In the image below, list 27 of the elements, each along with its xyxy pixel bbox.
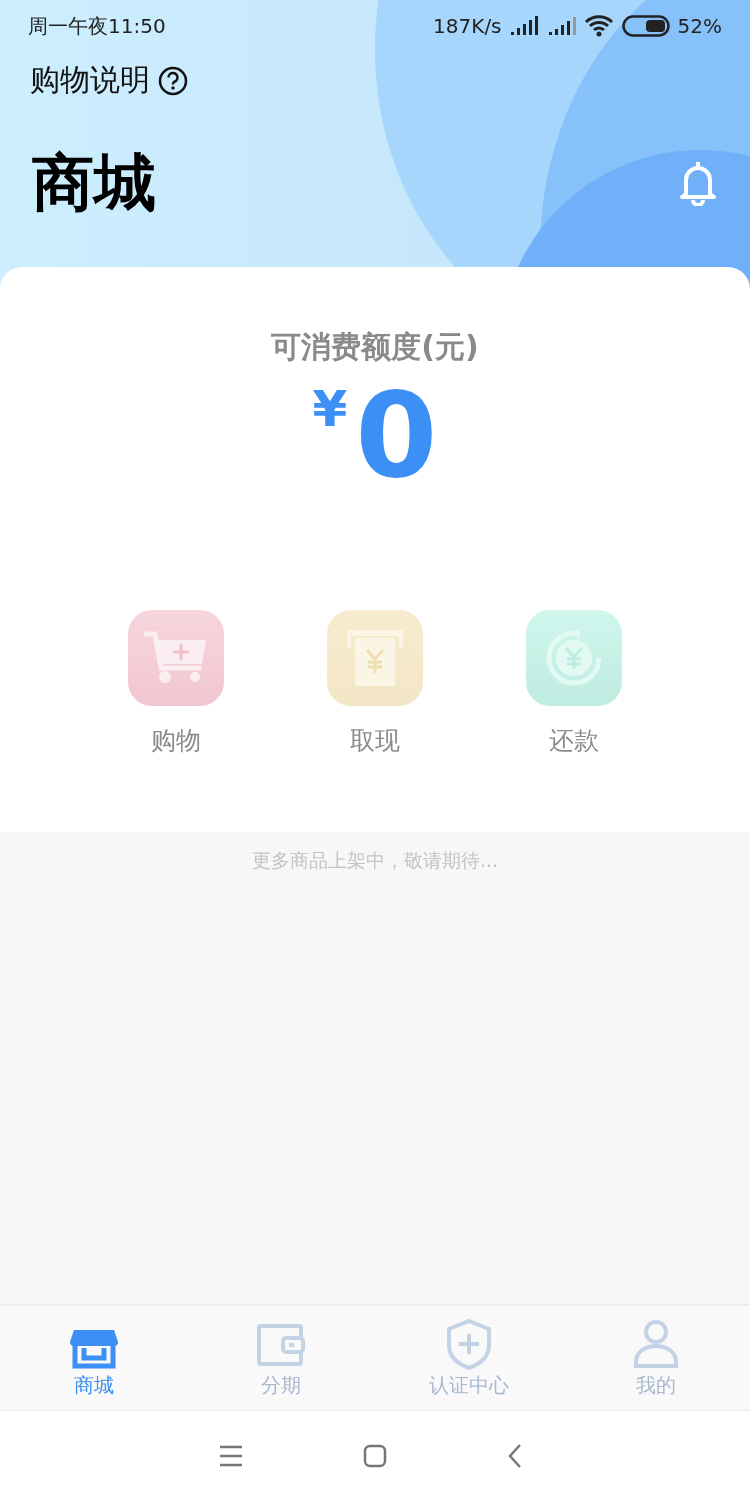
clock: 周一午夜11:50 (28, 12, 166, 40)
battery-icon (621, 15, 670, 37)
wifi-icon (583, 14, 614, 38)
nav-tab[interactable]: 认证中心 (375, 1306, 563, 1410)
nav-tab[interactable]: 商城 (0, 1306, 188, 1410)
cart-icon (128, 610, 224, 706)
help-icon[interactable] (158, 65, 188, 96)
action-label[interactable]: 取现 (350, 724, 400, 757)
credit-label: 可消费额度(元) (271, 328, 479, 366)
back-icon[interactable] (507, 1442, 523, 1469)
signal-icon (547, 16, 576, 36)
bell-icon[interactable] (678, 160, 718, 206)
battery-percent: 52% (677, 14, 722, 38)
cash-withdraw-icon (327, 610, 423, 706)
home-icon[interactable] (363, 1443, 387, 1468)
credit-amount: 0 (355, 376, 438, 494)
signal-icon (509, 15, 540, 37)
page-title: 商城 (32, 145, 156, 221)
menu-icon[interactable] (219, 1444, 243, 1467)
network-speed: 187K/s (433, 14, 502, 38)
nav-tab[interactable]: 我的 (562, 1306, 750, 1410)
help-link[interactable]: 购物说明 (30, 60, 150, 101)
nav-tab[interactable]: 分期 (187, 1306, 375, 1410)
currency-sign: ¥ (312, 380, 348, 438)
action-label[interactable]: 还款 (549, 724, 599, 757)
repay-icon (526, 610, 622, 706)
action-label[interactable]: 购物 (151, 724, 201, 757)
